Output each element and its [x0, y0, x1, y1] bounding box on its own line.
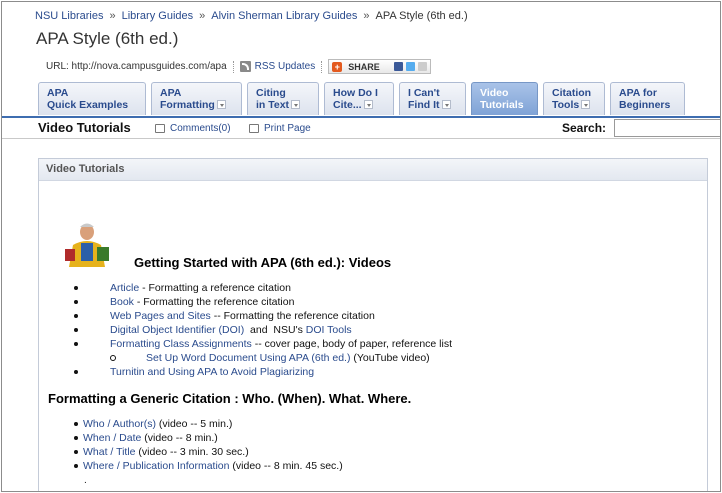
share-label: SHARE: [348, 61, 380, 72]
breadcrumb-library-guides[interactable]: Library Guides: [122, 10, 194, 22]
tab-apa-quick-examples[interactable]: APA Quick Examples: [38, 82, 146, 115]
list-item: When / Date (video -- 8 min.): [39, 431, 343, 445]
rss-icon: [239, 61, 251, 72]
list-item: Article - Formatting a reference citatio…: [39, 281, 699, 295]
list-item: Where / Publication Information (video -…: [39, 459, 343, 473]
share-button[interactable]: + SHARE: [328, 59, 431, 74]
dropdown-icon[interactable]: [216, 100, 226, 109]
facebook-icon: [393, 62, 403, 71]
section-heading-getting-started: Getting Started with APA (6th ed.): Vide…: [134, 255, 392, 270]
list-item: Web Pages and Sites -- Formatting the re…: [39, 309, 699, 323]
list-item: Set Up Word Document Using APA (6th ed.)…: [39, 351, 699, 365]
tab-how-do-i-cite[interactable]: How Do I Cite...: [324, 82, 394, 115]
turnitin-link[interactable]: Turnitin and Using APA to Avoid Plagiari…: [110, 366, 314, 378]
dropdown-icon[interactable]: [441, 100, 451, 109]
presenter-photo: [61, 221, 113, 267]
divider: [232, 60, 234, 73]
page-frame: NSU Libraries » Library Guides » Alvin Sherm…: [1, 1, 721, 492]
when-date-link[interactable]: When / Date: [83, 432, 141, 444]
what-title-link[interactable]: What / Title: [83, 446, 136, 458]
search-input[interactable]: [614, 119, 720, 137]
breadcrumb-current: APA Style (6th ed.): [375, 10, 468, 22]
comments-link[interactable]: Comments(0): [155, 123, 231, 134]
print-page-link[interactable]: Print Page: [249, 123, 311, 134]
who-author-link[interactable]: Who / Author(s): [83, 418, 156, 430]
list-item: What / Title (video -- 3 min. 30 sec.): [39, 445, 343, 459]
tab-citing-in-text[interactable]: Citing in Text: [247, 82, 319, 115]
trailing-dot: .: [84, 475, 87, 486]
content-box: Video Tutorials Getting Started with APA…: [38, 158, 708, 491]
dropdown-icon[interactable]: [581, 100, 591, 109]
url-bar: URL: http://nova.campusguides.com/apa RS…: [46, 59, 431, 74]
where-publication-link[interactable]: Where / Publication Information: [83, 460, 230, 472]
citation-video-list: Who / Author(s) (video -- 5 min.) When /…: [39, 417, 343, 473]
breadcrumb-alvin-sherman[interactable]: Alvin Sherman Library Guides: [211, 10, 357, 22]
book-link[interactable]: Book: [110, 296, 134, 308]
web-pages-link[interactable]: Web Pages and Sites: [110, 310, 211, 322]
breadcrumb-nsu-libraries[interactable]: NSU Libraries: [35, 10, 103, 22]
doi-tools-link[interactable]: DOI Tools: [306, 324, 352, 336]
rss-label: RSS Updates: [254, 61, 316, 72]
rss-updates-link[interactable]: RSS Updates: [239, 61, 316, 72]
page-heading: Video Tutorials: [38, 120, 131, 135]
doi-link[interactable]: Digital Object Identifier (DOI): [110, 324, 244, 336]
list-item: Book - Formatting the reference citation: [39, 295, 699, 309]
page-toolbar: Video Tutorials Comments(0) Print Page S…: [2, 118, 720, 139]
search-label: Search:: [562, 121, 607, 135]
list-item: Who / Author(s) (video -- 5 min.): [39, 417, 343, 431]
dropdown-icon[interactable]: [363, 100, 373, 109]
dropdown-icon[interactable]: [291, 100, 301, 109]
printer-icon: [249, 124, 259, 133]
breadcrumb: NSU Libraries » Library Guides » Alvin Sherm…: [35, 10, 468, 22]
box-header: Video Tutorials: [39, 159, 707, 181]
list-item: Formatting Class Assignments -- cover pa…: [39, 337, 699, 351]
article-link[interactable]: Article: [110, 282, 139, 294]
guide-tabs: APA Quick Examples APA Formatting Citing in…: [38, 82, 690, 117]
page-title: APA Style (6th ed.): [36, 29, 179, 48]
tab-apa-for-beginners[interactable]: APA for Beginners: [610, 82, 685, 115]
comment-icon: [155, 124, 165, 133]
list-item: Digital Object Identifier (DOI) and NSU'…: [39, 323, 699, 337]
tab-citation-tools[interactable]: Citation Tools: [543, 82, 605, 115]
breadcrumb-separator: »: [109, 10, 116, 22]
list-item: Turnitin and Using APA to Avoid Plagiari…: [39, 365, 699, 379]
share-plus-icon: +: [332, 61, 343, 72]
tab-apa-formatting[interactable]: APA Formatting: [151, 82, 242, 115]
email-icon: [417, 62, 427, 71]
formatting-assignments-link[interactable]: Formatting Class Assignments: [110, 338, 252, 350]
section-heading-generic-citation: Formatting a Generic Citation : Who. (Wh…: [48, 391, 412, 406]
video-list: Article - Formatting a reference citatio…: [39, 281, 699, 379]
breadcrumb-separator: »: [199, 10, 206, 22]
tab-video-tutorials[interactable]: Video Tutorials: [471, 82, 538, 115]
divider: [321, 60, 323, 73]
twitter-icon: [405, 62, 415, 71]
guide-url[interactable]: URL: http://nova.campusguides.com/apa: [46, 61, 227, 72]
tab-i-cant-find-it[interactable]: I Can't Find It: [399, 82, 466, 115]
word-setup-link[interactable]: Set Up Word Document Using APA (6th ed.): [146, 352, 350, 364]
breadcrumb-separator: »: [363, 10, 370, 22]
